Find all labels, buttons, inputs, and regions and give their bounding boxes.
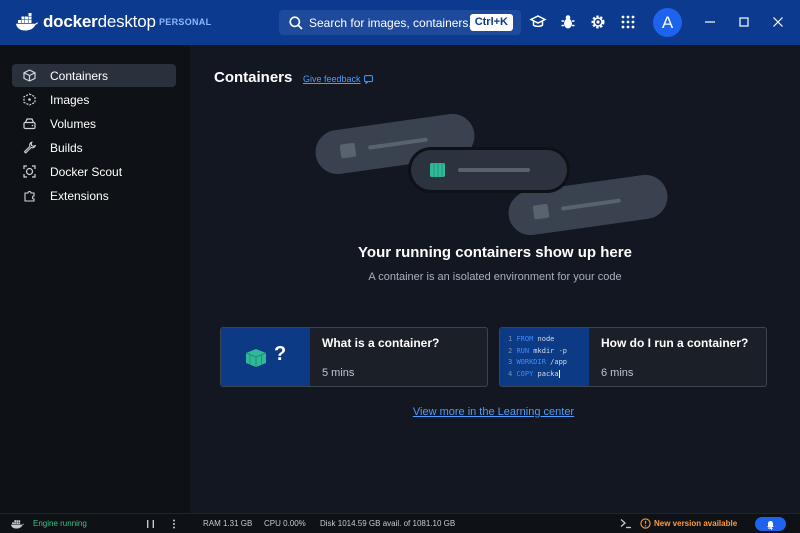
close-icon[interactable] [771,15,785,29]
dockerfile-snippet: 1 FROM node 2 RUN mkdir -p 3 WORKDIR /ap… [508,335,568,378]
sidebar-item-label: Volumes [50,116,97,131]
give-feedback-label: Give feedback [303,74,361,84]
feedback-icon [363,74,373,84]
sidebar-item-label: Docker Scout [50,164,123,179]
sidebar-item-extensions[interactable]: Extensions [12,184,176,207]
settings-gear-icon[interactable] [589,13,607,31]
learning-center-icon[interactable] [529,13,547,31]
card-thumbnail-code: 1 FROM node 2 RUN mkdir -p 3 WORKDIR /ap… [500,328,589,386]
engine-status: Engine running [33,519,87,528]
apps-grid-icon[interactable] [619,13,637,31]
sidebar-item-label: Extensions [50,188,109,203]
sidebar-item-images[interactable]: Images [12,88,176,111]
title-bar: dockerdesktop PERSONAL Search for images… [0,0,800,45]
learning-card-how-to-run-container[interactable]: 1 FROM node 2 RUN mkdir -p 3 WORKDIR /ap… [499,327,767,387]
card-title: What is a container? [322,336,440,350]
plan-badge: PERSONAL [159,17,212,27]
container-cube-icon [245,349,267,367]
search-icon [289,15,303,30]
terminal-icon[interactable] [620,518,632,529]
more-options-icon[interactable] [171,519,177,529]
cpu-usage: CPU 0.00% [264,519,306,528]
images-icon [23,93,36,106]
builds-wrench-icon [23,141,36,154]
new-version-link[interactable]: New version available [654,519,737,528]
user-avatar[interactable]: A [653,8,682,37]
docker-logo[interactable]: dockerdesktop [16,12,156,32]
sidebar-item-docker-scout[interactable]: Docker Scout [12,160,176,183]
search-bar[interactable]: Search for images, containers... Ctrl+K [279,10,521,35]
warning-clock-icon [640,518,651,529]
main-content: Containers Give feedback Your running co… [190,45,800,513]
sidebar-item-label: Builds [50,140,83,155]
docker-whale-icon [16,13,38,31]
minimize-icon[interactable] [703,15,717,29]
card-duration: 5 mins [322,367,355,379]
card-thumbnail: ? [221,328,310,386]
search-shortcut: Ctrl+K [469,14,513,31]
empty-state-title: Your running containers show up here [358,244,632,261]
disk-usage: Disk 1014.59 GB avail. of 1081.10 GB [320,519,456,528]
search-placeholder: Search for images, containers... [309,15,479,30]
sidebar: Containers Images Volumes Builds Docker … [0,45,190,513]
ram-usage: RAM 1.31 GB [203,519,253,528]
sidebar-item-builds[interactable]: Builds [12,136,176,159]
container-icon [23,69,36,82]
learning-card-what-is-container[interactable]: ? What is a container? 5 mins [220,327,488,387]
card-duration: 6 mins [601,367,634,379]
volumes-icon [23,118,36,130]
pause-engine-icon[interactable] [146,519,155,529]
give-feedback-link[interactable]: Give feedback [303,74,373,84]
sidebar-item-volumes[interactable]: Volumes [12,112,176,135]
question-mark: ? [274,343,287,365]
extensions-icon [24,191,35,202]
status-bar: Engine running RAM 1.31 GB CPU 0.00% Dis… [0,513,800,533]
notifications-button[interactable]: 4 [755,517,786,532]
sidebar-item-label: Images [50,92,90,107]
maximize-icon[interactable] [737,15,751,29]
learning-center-link[interactable]: View more in the Learning center [190,406,797,418]
page-title: Containers [214,69,293,86]
card-title: How do I run a container? [601,336,749,350]
troubleshoot-bug-icon[interactable] [559,13,577,31]
empty-state-subtitle: A container is an isolated environment f… [368,271,622,283]
app-name: dockerdesktop [43,12,156,31]
scout-icon [23,165,36,178]
sidebar-item-label: Containers [50,68,109,83]
empty-state-illustration [315,113,668,236]
docker-whale-status-icon[interactable] [11,518,24,529]
sidebar-item-containers[interactable]: Containers [12,64,176,87]
notification-count: 4 [767,522,773,532]
